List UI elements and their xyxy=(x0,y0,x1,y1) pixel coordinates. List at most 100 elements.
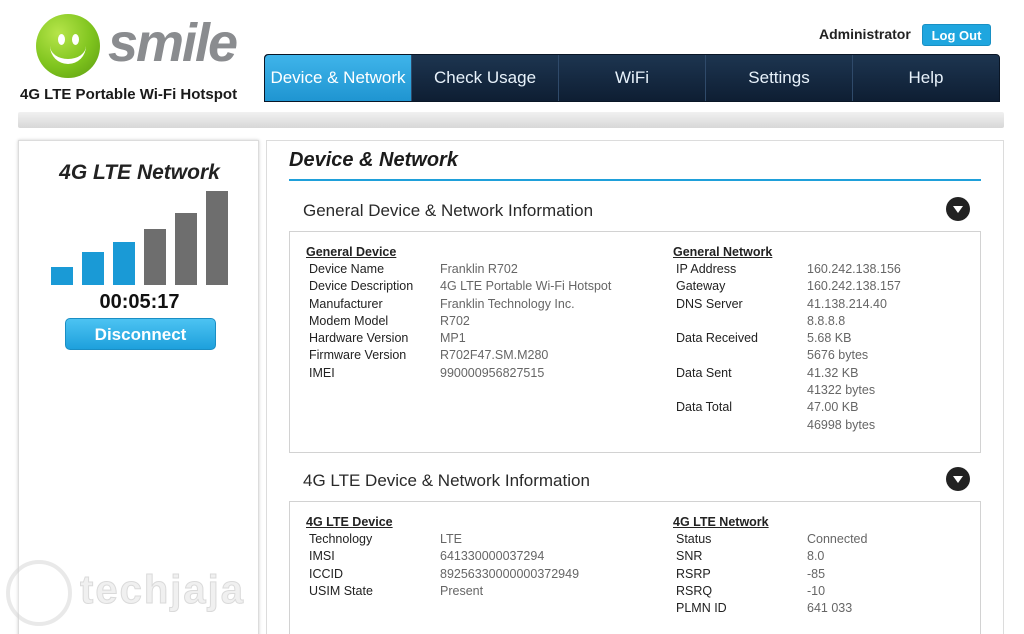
header-divider xyxy=(18,112,1004,128)
info-row: IMEI 990000956827515 xyxy=(306,365,646,382)
info-label: IMEI xyxy=(309,365,335,380)
signal-bar xyxy=(206,191,228,285)
lte-network-header: 4G LTE Network xyxy=(673,515,769,529)
info-value-line: 41.32 KB xyxy=(807,365,859,380)
info-value: MP1 xyxy=(440,330,466,347)
info-value-line: 41.138.214.40 xyxy=(807,296,887,311)
info-value-line: -85 xyxy=(807,566,826,581)
signal-bar xyxy=(175,213,197,285)
page-title: Device & Network xyxy=(289,149,458,171)
disconnect-button[interactable]: Disconnect xyxy=(65,318,216,350)
info-label: DNS Server xyxy=(676,296,743,311)
info-row: RSRQ -10 xyxy=(673,583,973,600)
info-value-line: 41322 bytes xyxy=(807,383,876,398)
info-value: Present xyxy=(440,583,483,600)
lte-device-header: 4G LTE Device xyxy=(306,515,393,529)
info-row: Hardware Version MP1 xyxy=(306,330,646,347)
watermark-text: techjaja xyxy=(80,568,245,613)
info-value: 89256330000000372949 xyxy=(440,566,579,583)
info-value-line: R702 xyxy=(440,313,470,328)
info-label: ICCID xyxy=(309,566,344,581)
info-label: Data Received xyxy=(676,331,758,346)
info-row: SNR 8.0 xyxy=(673,548,973,565)
info-row: Device Description 4G LTE Portable Wi-Fi … xyxy=(306,278,646,295)
general-device-header: General Device xyxy=(306,245,397,259)
info-value: R702F47.SM.M280 xyxy=(440,347,548,364)
general-network-column: General Network IP Address 160.242.138.15… xyxy=(673,244,973,434)
info-row: Manufacturer Franklin Technology Inc. xyxy=(306,296,646,313)
collapse-general-icon[interactable] xyxy=(946,197,970,221)
info-label: Firmware Version xyxy=(309,348,407,363)
info-label: Technology xyxy=(309,532,373,546)
info-value: 41.32 KB 41322 bytes xyxy=(807,365,875,400)
info-label: SNR xyxy=(676,549,703,564)
info-value-line: 8.8.8.8 xyxy=(807,313,846,328)
general-network-header: General Network xyxy=(673,245,773,259)
info-label: Modem Model xyxy=(309,313,389,328)
info-value-line: 641330000037294 xyxy=(440,549,545,564)
info-value-line: Connected xyxy=(807,532,868,546)
info-row: Device Name Franklin R702 xyxy=(306,261,646,278)
info-row: Gateway 160.242.138.157 xyxy=(673,278,973,295)
info-row: DNS Server 41.138.214.40 8.8.8.8 xyxy=(673,296,973,331)
info-value: LTE xyxy=(440,531,462,548)
section-general-heading[interactable]: General Device & Network Information xyxy=(303,201,593,221)
info-label: RSRQ xyxy=(676,583,713,598)
info-value-line: 5.68 KB xyxy=(807,331,852,346)
info-value: 160.242.138.157 xyxy=(807,278,901,295)
info-value: Franklin R702 xyxy=(440,261,518,278)
connection-timer: 00:05:17 xyxy=(99,291,180,313)
lte-network-column: 4G LTE Network Status Connected SNR 8.0 RSRP… xyxy=(673,514,973,617)
main-nav: Device & Network Check Usage WiFi Settin… xyxy=(264,54,1000,102)
tab-wifi[interactable]: WiFi xyxy=(559,55,706,101)
info-value: 47.00 KB 46998 bytes xyxy=(807,399,875,434)
product-tagline: 4G LTE Portable Wi-Fi Hotspot xyxy=(20,86,238,103)
info-label: USIM State xyxy=(309,583,373,598)
info-label: Device Description xyxy=(309,279,414,294)
network-title: 4G LTE Network xyxy=(59,161,220,184)
info-value-line: 8.0 xyxy=(807,549,825,564)
info-label: Gateway xyxy=(676,279,726,294)
info-value: 5.68 KB 5676 bytes xyxy=(807,330,868,365)
info-value-line: LTE xyxy=(440,532,462,546)
info-row: RSRP -85 xyxy=(673,566,973,583)
info-value-line: Present xyxy=(440,583,484,598)
signal-bar xyxy=(113,242,135,285)
brand-wordmark: smile xyxy=(108,13,238,73)
info-value: -10 xyxy=(807,583,825,600)
info-value-line: 641 033 xyxy=(807,601,853,616)
info-row: Firmware Version R702F47.SM.M280 xyxy=(306,347,646,364)
tab-device-network[interactable]: Device & Network xyxy=(265,55,412,101)
info-value: Connected xyxy=(807,531,867,548)
tab-settings[interactable]: Settings xyxy=(706,55,853,101)
info-row: USIM State Present xyxy=(306,583,646,600)
general-info-box: General Device Device Name Franklin R702 D… xyxy=(289,231,981,453)
info-row: Technology LTE xyxy=(306,531,646,548)
logout-button[interactable]: Log Out xyxy=(922,24,991,46)
section-lte-heading[interactable]: 4G LTE Device & Network Information xyxy=(303,471,590,491)
signal-bar xyxy=(144,229,166,285)
collapse-lte-icon[interactable] xyxy=(946,467,970,491)
info-value-line: Franklin R702 xyxy=(440,262,518,276)
info-value: 160.242.138.156 xyxy=(807,261,901,278)
info-label: Manufacturer xyxy=(309,296,383,311)
info-value-line: -10 xyxy=(807,583,826,598)
info-row: Data Total 47.00 KB 46998 bytes xyxy=(673,399,973,434)
info-row: IMSI 641330000037294 xyxy=(306,548,646,565)
info-label: Status xyxy=(676,532,712,546)
info-value: R702 xyxy=(440,313,470,330)
info-label: PLMN ID xyxy=(676,601,727,616)
smiley-logo-icon xyxy=(36,14,100,78)
info-value-line: Franklin Technology Inc. xyxy=(440,296,575,311)
info-value-line: 4G LTE Portable Wi-Fi Hotspot xyxy=(440,279,612,294)
tab-check-usage[interactable]: Check Usage xyxy=(412,55,559,101)
info-value: 8.0 xyxy=(807,548,824,565)
info-value-line: 990000956827515 xyxy=(440,365,545,380)
info-value-line: 160.242.138.157 xyxy=(807,279,901,294)
tab-help[interactable]: Help xyxy=(853,55,999,101)
info-row: ICCID 89256330000000372949 xyxy=(306,566,646,583)
info-value-line: MP1 xyxy=(440,331,466,346)
info-label: Data Total xyxy=(676,400,733,415)
lte-device-column: 4G LTE Device Technology LTE IMSI 641330000… xyxy=(306,514,646,600)
info-value: 990000956827515 xyxy=(440,365,544,382)
